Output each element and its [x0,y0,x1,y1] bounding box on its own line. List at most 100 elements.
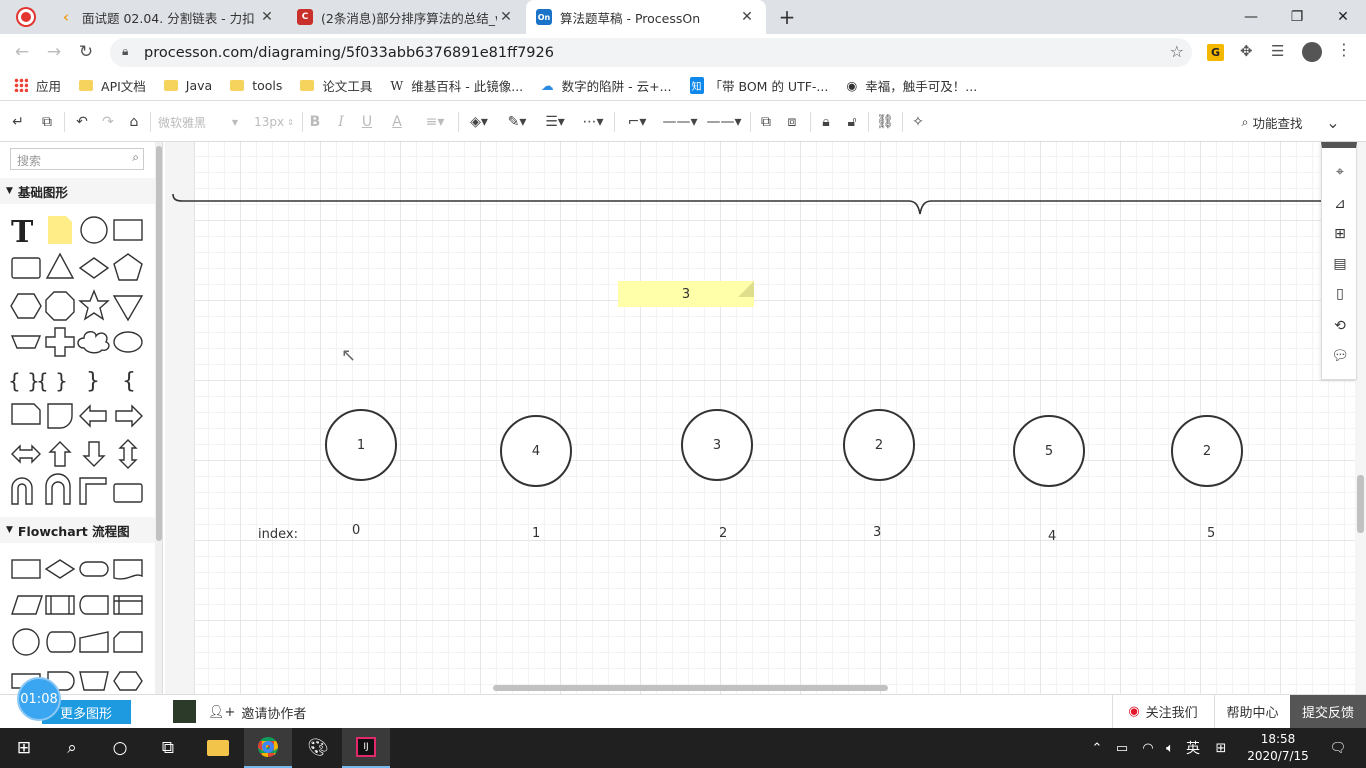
redo-icon[interactable]: ↷ [98,112,118,132]
clock[interactable]: 18:58 2020/7/15 [1240,728,1316,768]
follow-us-button[interactable]: ◉ 关注我们 [1112,695,1213,728]
bookmark-wikipedia[interactable]: W 维基百科 - 此镜像... [390,76,523,95]
app-icon[interactable]: 🎨︎ [294,728,342,768]
index-value[interactable]: 1 [532,526,540,541]
battery-icon[interactable]: ▭ [1112,728,1132,768]
lock-icon[interactable]: 🔒︎ [816,112,836,132]
italic-button[interactable]: I [332,112,350,132]
browser-menu-icon[interactable]: ⋮ [1336,40,1352,59]
line-color-icon[interactable]: ✎▾ [502,112,532,132]
array-node-circle[interactable]: 4 [500,415,572,487]
window-close-icon[interactable]: ✕ [1320,0,1366,34]
intellij-icon[interactable]: IJ [342,728,390,768]
line-end-icon[interactable]: ——▾ [704,112,744,132]
comment-icon[interactable]: 💬︎ [1330,346,1350,366]
profile-avatar-icon[interactable] [1302,42,1322,62]
file-explorer-icon[interactable] [194,728,242,768]
timer-badge[interactable]: 01:08 [17,677,61,721]
volume-icon[interactable]: 🔈︎ [1160,728,1180,768]
scroll-thumb[interactable] [156,146,162,541]
category-basic-shapes[interactable]: ▼ 基础图形 [0,178,155,204]
tray-expand-icon[interactable]: ⌃ [1088,728,1106,768]
bold-button[interactable]: B [306,112,324,132]
index-value[interactable]: 4 [1048,529,1056,544]
page-shapes-icon[interactable]: ⧉ [36,112,58,132]
line-width-icon[interactable]: ☰▾ [540,112,570,132]
wifi-icon[interactable]: ◠ [1138,728,1158,768]
bookmark-number-trap[interactable]: ☁ 数字的陷阱 - 云+... [541,76,671,95]
bookmark-utf-bom[interactable]: 知「带 BOM 的 UTF-... [689,76,828,95]
unlock-icon[interactable]: 🔓︎ [842,112,862,132]
bookmark-happiness[interactable]: ◉ 幸福，触手可及！... [846,76,977,95]
minimize-icon[interactable]: — [1228,0,1274,34]
tab-csdn[interactable]: C (2条消息)部分排序算法的总结_w ✕ [287,0,525,34]
bookmark-star-icon[interactable]: ☆ [1170,42,1184,61]
submit-feedback-button[interactable]: 提交反馈 [1290,695,1366,728]
extension-badge[interactable]: G [1207,44,1224,61]
media-queue-icon[interactable]: ☰ [1271,42,1284,60]
bring-front-icon[interactable]: ⧉ [756,112,776,132]
windows-start-icon[interactable]: ⊞ [0,728,48,768]
magic-wand-icon[interactable]: ✧ [908,112,928,132]
collapse-chevron-icon[interactable]: ⌄ [1324,112,1342,132]
connector-type-icon[interactable]: ⌐▾ [622,112,652,132]
reload-icon[interactable]: ↻ [74,41,98,63]
index-label[interactable]: index: [258,527,298,542]
new-tab-button[interactable]: + [774,4,800,30]
array-node-circle[interactable]: 1 [325,409,397,481]
ime-indicator[interactable]: 英 [1182,728,1204,768]
fill-color-icon[interactable]: ◈▾ [464,112,494,132]
bookmark-paper-tools[interactable]: 论文工具 [300,76,372,95]
task-view-icon[interactable]: ⧉ [144,728,192,768]
cortana-icon[interactable]: ○ [96,728,144,768]
underline-button[interactable]: U [358,112,376,132]
back-icon[interactable]: ← [10,41,34,63]
category-flowchart[interactable]: ▼ Flowchart 流程图 [0,517,155,543]
close-icon[interactable]: ✕ [738,9,756,25]
bookmark-tools[interactable]: tools [230,78,282,93]
array-node-circle[interactable]: 2 [843,409,915,481]
bookmark-api-docs[interactable]: API文档 [79,76,146,95]
history-icon[interactable]: ⟲ [1330,316,1350,336]
avatar[interactable] [173,700,196,723]
page-icon[interactable]: ▯ [1330,284,1350,304]
curly-brace-shape[interactable] [170,187,1330,217]
array-node-circle[interactable]: 5 [1013,415,1085,487]
index-value[interactable]: 3 [873,525,881,540]
undo-icon[interactable]: ↶ [72,112,92,132]
align-icon[interactable]: ≡▾ [420,112,450,132]
help-center-button[interactable]: 帮助中心 [1214,695,1290,728]
chrome-icon[interactable] [244,728,292,768]
line-start-icon[interactable]: ——▾ [660,112,700,132]
scroll-thumb[interactable] [1357,475,1364,533]
array-node-circle[interactable]: 3 [681,409,753,481]
index-value[interactable]: 0 [352,523,360,538]
restore-icon[interactable]: ❐ [1274,0,1320,34]
send-back-icon[interactable]: ⧈ [782,112,802,132]
tab-leetcode[interactable]: ‹ 面试题 02.04. 分割链表 - 力扣（ ✕ [48,0,286,34]
ime-mode-icon[interactable]: ⊞ [1210,728,1232,768]
back-arrow-icon[interactable]: ↵ [8,112,28,132]
notification-icon[interactable]: 🗨︎ [1320,728,1356,768]
font-color-button[interactable]: A [384,112,410,132]
search-icon[interactable]: ⌕ [48,728,96,768]
canvas-horizontal-scrollbar[interactable] [493,685,888,691]
link-icon[interactable]: ⛓ [874,112,896,132]
index-value[interactable]: 2 [719,526,727,541]
close-icon[interactable]: ✕ [497,9,515,25]
font-size-select[interactable]: 13px ⇕ [252,112,296,132]
navigator-icon[interactable]: ⌖ [1330,162,1350,182]
bookmark-apps[interactable]: 应用 [14,76,61,95]
page-setting-icon[interactable]: ⊞ [1330,224,1350,244]
index-value[interactable]: 5 [1207,526,1215,541]
line-style-icon[interactable]: ⋯▾ [578,112,608,132]
close-icon[interactable]: ✕ [258,9,276,25]
style-format-icon[interactable]: ⊿ [1330,194,1350,214]
array-node-circle[interactable]: 2 [1171,415,1243,487]
feature-search-button[interactable]: ⌕ 功能查找 [1234,112,1310,132]
shape-search-input[interactable]: 搜索 ⌕ [10,148,144,170]
forward-icon[interactable]: → [42,41,66,63]
format-painter-icon[interactable]: ⌂ [124,112,144,132]
tab-processon[interactable]: On 算法题草稿 - ProcessOn ✕ [526,0,766,34]
extensions-puzzle-icon[interactable]: ✥ [1240,42,1253,60]
